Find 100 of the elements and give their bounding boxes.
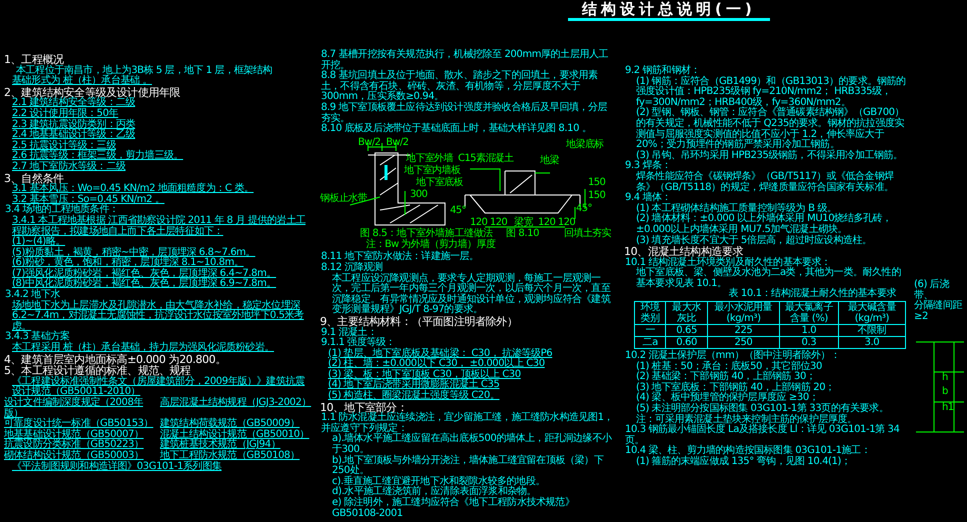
drawing-label: 120 120 bbox=[470, 216, 508, 228]
note-text: (6)粉砂，黄色，饱和，稍密，层顶埋深 8.1~10.8m。 bbox=[12, 258, 245, 268]
drawing-label: 地下室外墙 bbox=[406, 152, 454, 164]
table-cell: 225 bbox=[707, 324, 780, 337]
drawing-label: 钢板止水带 bbox=[320, 192, 368, 204]
table-cell: 二a bbox=[634, 336, 666, 349]
drawing-label: 地梁 bbox=[540, 154, 559, 166]
note-text: 焊条性能应符合《碳钢焊条》（GB/T5117）或《低合金钢焊条》（GB/T5118）的规定，焊缝质量应符合国家有关标准。 bbox=[636, 172, 895, 193]
note-text: (7)强风化泥质粉砂岩，褐红色、灰色，层顶埋深 6.4~7.8m。 bbox=[12, 268, 278, 279]
note-text: (1) 桩基：50；承台：底板50，其它部位30 bbox=[636, 362, 823, 372]
note-text: 9.3 焊条： bbox=[624, 161, 672, 172]
drawing-label: 45° bbox=[576, 202, 592, 214]
table-cell: 250 bbox=[707, 336, 780, 349]
note-text: 8.7 基槽开挖按有关规范执行，机械挖除至 200mm厚的土层用人工开挖。 bbox=[320, 50, 610, 71]
note-text: 10.1 结构混凝土环境类别及耐久性的基本要求： bbox=[624, 258, 831, 268]
drawing-label: 150 bbox=[588, 190, 606, 201]
note-text: 8.9 地下室顶板覆土应待达到设计强度并验收合格后及早回填，分层夯实。 bbox=[320, 102, 608, 124]
section-heading: 1、工程概况 bbox=[4, 55, 64, 66]
section-heading: 9、主要结构材料：（平面图注明者除外） bbox=[320, 316, 518, 328]
section-heading: 4、建筑首层室内地面标高±0.000 为20.800。 bbox=[4, 354, 227, 366]
drawing-label: 梁宽 bbox=[514, 216, 533, 228]
table-cell: 0.60 bbox=[666, 336, 708, 349]
section-heading: 5、本工程设计遵循的标准、规范、规程 bbox=[4, 366, 191, 377]
note-text: 10.4 梁、柱、剪力墙的构造按国标图集 03G101-1施工： bbox=[624, 446, 872, 456]
note-text: (6) 后浇带、 bbox=[914, 280, 950, 301]
note-text: (1)~(4)略。 bbox=[12, 237, 66, 248]
note-text: (1) 箍筋的末端应做成 135° 弯钩，见图 10.4(1)； bbox=[636, 457, 852, 468]
note-text: (8)中风化泥质粉砂岩，褐红色、灰色，层顶埋深 6.9~7.8m。 bbox=[12, 279, 278, 290]
note-text: (3) 填充墙长度不宜大于 5倍层高，超过时应设构造柱。 bbox=[636, 236, 873, 246]
section-heading: 2、建筑结构安全等级及设计使用年限 bbox=[4, 88, 182, 98]
table-cell: 0.3 bbox=[779, 336, 838, 349]
note-text: 9.1.1 强度等级： bbox=[320, 338, 396, 348]
drawing-label: 45° bbox=[450, 204, 466, 216]
note-text: (4) 梁、板中预埋管的保护层厚度应 ≥30； bbox=[636, 393, 818, 404]
note-text: (1) 垫层、地下室底板及基础梁： C30， 抗渗等级P6 bbox=[328, 348, 554, 359]
table-cell: 1.0 bbox=[779, 324, 838, 337]
drawing-label: 回填土夯实 bbox=[564, 228, 612, 239]
drawing-label: Bw/2 bbox=[358, 136, 380, 148]
table-header: 最大氯离子含量 (%) bbox=[779, 302, 838, 325]
note-text: 场地地下水为上层滞水及孔隙潜水，由大气降水补给，稳定水位埋深 6.2~7.4m，对混凝土无腐蚀性，抗浮设计水位按室外地坪下0.5米考虑。 bbox=[12, 300, 305, 332]
drawing-label: 150 bbox=[588, 176, 606, 188]
note-text: (2) 柱、墙：±0.000以下 C30， ±0.000以上 C30 bbox=[328, 359, 546, 370]
note-text: 分隔缝间距 ≥2 bbox=[914, 301, 963, 322]
note-text: a).墙体水平施工缝应留在高出底板500的墙体上，距孔洞边缘不小于300。 bbox=[332, 434, 613, 456]
drawing-label: C15素混凝土 bbox=[458, 152, 514, 164]
note-text: c).垂直施工缝宜避开地下水和裂隙水较多的地段。 bbox=[332, 476, 546, 487]
note-text: b).地下室顶板与外墙分开浇注，墙体施工缝宜留在顶板（梁）下250处。 bbox=[332, 456, 605, 476]
figure-note: 注：Bw 为外墙（剪力墙）厚度 bbox=[366, 238, 496, 249]
table-header: 最小水泥用量 (kg/m³) bbox=[707, 302, 780, 325]
note-text: 3.4 场地的工程地质条件： bbox=[4, 205, 118, 216]
section-heading: 3、自然条件 bbox=[4, 174, 64, 184]
note-text: 8.12 沉降观测 bbox=[320, 262, 384, 273]
table-header: 环境类别 bbox=[634, 302, 666, 325]
note-text: 9.4 墙体： bbox=[624, 193, 672, 204]
table-caption: 表 10.1：结构混凝土耐久性的基本要求 bbox=[728, 289, 896, 300]
drawing-label: 地下室底板 bbox=[416, 176, 464, 188]
drawing-label: 120 120 bbox=[538, 216, 576, 228]
figure-caption: 图 8.5：地下室外墙施工缝做法 bbox=[360, 228, 493, 239]
note-text: 3.4.2 地下水 bbox=[4, 290, 60, 300]
note-text: (1) 钢筋：应符合（GB1499）和（GB13013）的要求。钢筋的强度设计值：HPB235级钢 fy=210N/mm2； HRB335级，fy=300N/mm2；HRB400级，fy=360N/mm2。 bbox=[636, 76, 906, 108]
table-cell: 一 bbox=[634, 324, 666, 337]
note-text: (2) 墙体材料：±0.000 以上外墙体采用 MU10烧结多孔砖，±0.000以上内墙体采用 MU7.5加气混凝土砌块。 bbox=[636, 214, 893, 235]
note-text: 2.4 地基基础设计等级：乙级 bbox=[12, 130, 136, 140]
note-text: 8.10 底板及后浇带位于基础底面上时，基础大样详见图 8.10 。 bbox=[320, 124, 592, 135]
section-heading: 10、混凝土结构构造要求 bbox=[624, 247, 744, 258]
note-text: 2.6 抗震等级：框架三级，剪力墙三级。 bbox=[12, 151, 184, 162]
note-text: 3.4.3 基础方案 bbox=[4, 332, 70, 342]
figure-caption: 图 8.10 bbox=[506, 228, 540, 239]
drawing-label: 地梁底标 bbox=[566, 138, 604, 150]
note-text: 3.4.1 本工程地基根据 江西省勘察设计院 2011 年 8 月 提供的岩土工程勘察报告，拟建场地自上而下各土层特征如下： bbox=[12, 216, 307, 236]
table-cell: 3.0 bbox=[838, 336, 906, 349]
drawing-label: h bbox=[942, 372, 948, 384]
note-text: 8.11 地下室防水做法：详建施一层。 bbox=[320, 252, 480, 262]
drawing-label: Bw/2 bbox=[386, 136, 408, 148]
note-text: 9.1 混凝土： bbox=[320, 328, 377, 338]
table-header: 最大碱含量 (kg/m³) bbox=[838, 302, 906, 325]
note-text: (3) 梁、板：地下室顶板 C30，顶板以上 C30 bbox=[328, 370, 522, 380]
note-text: 2.7 地下室防水等级：二级 bbox=[12, 162, 126, 173]
drawing-label: h1 bbox=[942, 402, 954, 414]
note-text: 2.3 建筑抗震设防类别：丙类 bbox=[12, 120, 136, 130]
note-text: 3.2 基本雪压：So=0.45 KN/m2 。 bbox=[12, 194, 166, 205]
note-text: 2.1 建筑结构安全等级：二级 bbox=[12, 98, 136, 108]
note-text: (3) 吊钩、吊环均采用 HPB235级钢筋，不得采用冷加工钢筋。 bbox=[636, 150, 904, 161]
note-text: (4) 地下室后浇带采用微膨胀混凝土 C35 bbox=[328, 380, 500, 390]
note-text: (5) 未注明部分按国标图集 03G101-1第 33页的有关要求。 bbox=[636, 404, 890, 414]
drawing-label: b bbox=[942, 386, 948, 398]
table-cell: 不限制 bbox=[838, 324, 906, 337]
note-text: 本工程应设沉降观测点，要求专人定期观测，每施工一层观测一次，完工后第一年内每三个月观测一次，以后每六个月一次，直至沉降稳定。有异常情况应及时通知设计单位，观测均应符合《建筑变形测量规程》JGJ/T 8-97的要求。 bbox=[332, 274, 612, 316]
note-text: 本工程位于南昌市，地上为3B栋 5 层，地下 1 层，框架结构 bbox=[16, 66, 274, 76]
note-text: (2) 型钢、钢板、钢管：应符合《普通碳素结构钢》（GB700）的有关规定，机械性能不低于 Q235的要求。钢材的抗拉强度实测值与屈服强度实测值的比值不应小于 1.2，伸长率应大于 20%；受力预埋件的钢筋严禁采用冷加工钢筋。 bbox=[636, 108, 906, 150]
table-header: 最大水灰比 bbox=[666, 302, 708, 325]
note-text: 注：可采用素混凝土垫块来控制主筋的保护层厚度。 bbox=[636, 414, 857, 425]
table-cell: 0.65 bbox=[666, 324, 708, 337]
drawing-label: 地下室内墙板 bbox=[404, 164, 460, 176]
note-text: e) 除注明外，施工缝均应符合《地下工程防水技术规范》GB50108-2001 bbox=[332, 498, 576, 520]
note-text: 8.8 基坑回填土及位于地面、散水、踏步之下的回填土，要求用素土，不得含有石块、碎砖、灰渣、有机物等，分层厚度不大于 300mm，压实系数≥0.94。 bbox=[320, 71, 598, 102]
note-text: 10.2 混凝土保护层（mm）（图中注明者除外）： bbox=[624, 351, 841, 362]
note-text: (5)粉质黏土，褐黄，稍密~中密，层顶埋深 6.8~7.6m。 bbox=[12, 248, 256, 258]
note-text: 9.2 钢筋和钢材： bbox=[624, 66, 702, 76]
note-text: 地下室底板、梁、侧壁及水池为二a类，其他为一类。耐久性的基本要求见表 10.1。 bbox=[636, 268, 902, 289]
